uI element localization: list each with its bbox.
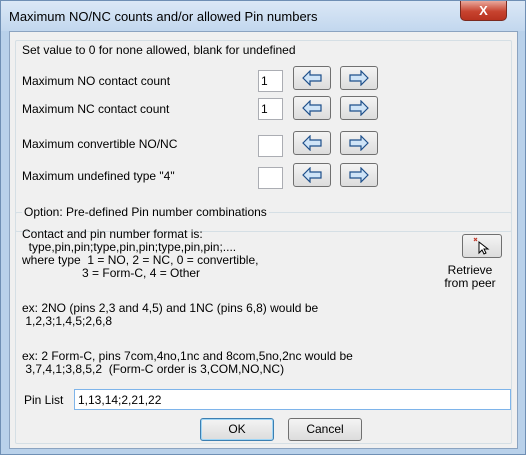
pin-combinations-group-title: Option: Pre-defined Pin number combinati…	[22, 205, 269, 219]
arrow-left-icon	[302, 70, 322, 86]
nc-count-input[interactable]	[258, 98, 283, 120]
format-description: Contact and pin number format is: type,p…	[22, 227, 259, 280]
convertible-count-label: Maximum convertible NO/NC	[22, 137, 178, 151]
cursor-pointer-icon	[473, 237, 490, 255]
limits-hint: Set value to 0 for none allowed, blank f…	[22, 43, 296, 57]
arrow-right-icon	[349, 167, 369, 183]
title-bar[interactable]: Maximum NO/NC counts and/or allowed Pin …	[1, 1, 525, 31]
arrow-right-icon	[349, 70, 369, 86]
close-button[interactable]: X	[460, 1, 507, 21]
dialog-title: Maximum NO/NC counts and/or allowed Pin …	[9, 9, 318, 24]
dialog-client-area: Set value to 0 for none allowed, blank f…	[9, 31, 518, 449]
dialog-window: Maximum NO/NC counts and/or allowed Pin …	[0, 0, 526, 455]
retrieve-from-peer-button[interactable]	[462, 234, 502, 258]
undefined-count-increment-button[interactable]	[340, 163, 378, 187]
nc-count-decrement-button[interactable]	[293, 96, 331, 120]
example-2formc: ex: 2 Form-C, pins 7com,4no,1nc and 8com…	[22, 349, 353, 376]
no-count-label: Maximum NO contact count	[22, 74, 171, 88]
pin-list-input[interactable]	[74, 389, 511, 410]
nc-count-label: Maximum NC contact count	[22, 102, 170, 116]
convertible-count-increment-button[interactable]	[340, 131, 378, 155]
undefined-count-decrement-button[interactable]	[293, 163, 331, 187]
arrow-left-icon	[302, 100, 322, 116]
cancel-button[interactable]: Cancel	[288, 418, 362, 441]
no-count-decrement-button[interactable]	[293, 66, 331, 90]
example-2no-1nc: ex: 2NO (pins 2,3 and 4,5) and 1NC (pins…	[22, 301, 319, 328]
arrow-left-icon	[302, 135, 322, 151]
ok-button[interactable]: OK	[200, 418, 274, 441]
undefined-count-input[interactable]	[258, 167, 283, 189]
undefined-count-label: Maximum undefined type "4"	[22, 169, 175, 183]
arrow-right-icon	[349, 100, 369, 116]
retrieve-from-peer-label: Retrieve from peer	[444, 263, 496, 290]
no-count-input[interactable]	[258, 70, 283, 92]
arrow-left-icon	[302, 167, 322, 183]
no-count-increment-button[interactable]	[340, 66, 378, 90]
arrow-right-icon	[349, 135, 369, 151]
nc-count-increment-button[interactable]	[340, 96, 378, 120]
convertible-count-input[interactable]	[258, 135, 283, 157]
pin-list-label: Pin List	[24, 393, 64, 407]
convertible-count-decrement-button[interactable]	[293, 131, 331, 155]
